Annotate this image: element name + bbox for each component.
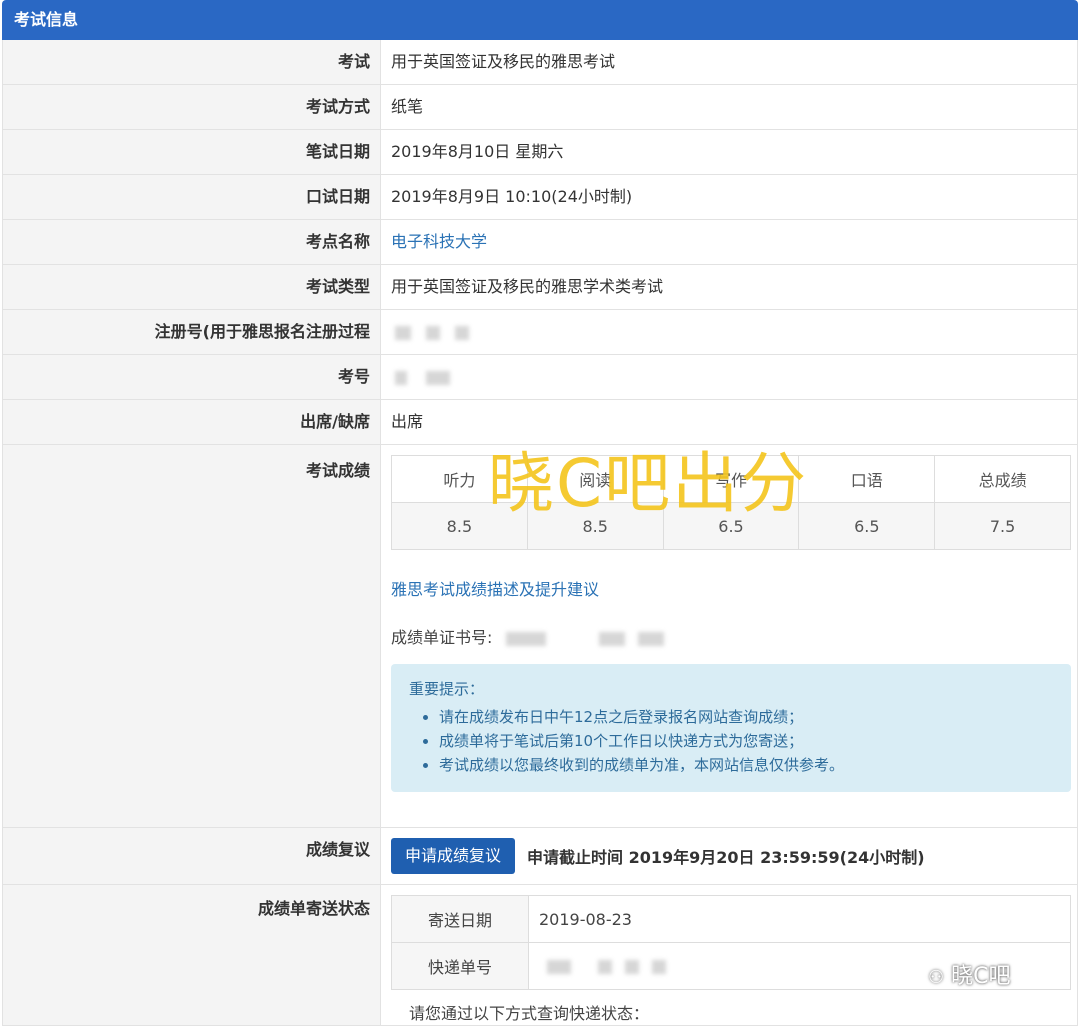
redacted-value — [381, 310, 1077, 354]
notice-item: 请在成绩发布日中午12点之后登录报名网站查询成绩； — [439, 705, 1053, 729]
tracking-label: 快递单号 — [391, 942, 529, 990]
apply-review-button[interactable]: 申请成绩复议 — [391, 838, 516, 874]
score-value: 7.5 — [934, 502, 1071, 550]
brand-badge: ⚇ 晓C吧 — [928, 958, 1011, 990]
tracking-query-text: 请您通过以下方式查询快递状态： — [409, 1004, 650, 1023]
notice-item: 成绩单将于笔试后第10个工作日以快递方式为您寄送； — [439, 729, 1053, 753]
field-label: 考号 — [3, 355, 381, 399]
field-row-registration: 注册号(用于雅思报名注册过程 — [3, 310, 1077, 355]
field-row-written-date: 笔试日期 2019年8月10日 星期六 — [3, 130, 1077, 175]
field-row-shipping: 成绩单寄送状态 寄送日期 2019-08-23 快递单号 请您通过以下方式查询快… — [3, 885, 1077, 1026]
notice-item: 考试成绩以您最终收到的成绩单为准，本网站信息仅供参考。 — [439, 753, 1053, 777]
exam-info-table: 考试 用于英国签证及移民的雅思考试 考试方式 纸笔 笔试日期 2019年8月10… — [2, 40, 1078, 1026]
field-value: 2019年8月9日 10:10(24小时制) — [391, 187, 633, 206]
certificate-label: 成绩单证书号: — [391, 628, 493, 647]
score-header: 口语 — [798, 455, 936, 503]
brand-name: 晓C吧 — [951, 964, 1011, 989]
field-label: 考试成绩 — [3, 445, 381, 827]
field-label: 成绩复议 — [3, 828, 381, 884]
field-row-speaking-date: 口试日期 2019年8月9日 10:10(24小时制) — [3, 175, 1077, 220]
field-label: 考点名称 — [3, 220, 381, 264]
wechat-icon: ⚇ — [928, 967, 945, 988]
field-value: 纸笔 — [391, 97, 424, 116]
score-value: 6.5 — [798, 502, 936, 550]
field-label: 考试方式 — [3, 85, 381, 129]
field-label: 笔试日期 — [3, 130, 381, 174]
notice-title: 重要提示： — [409, 680, 485, 698]
ship-date-value: 2019-08-23 — [528, 895, 1071, 943]
field-row-mode: 考试方式 纸笔 — [3, 85, 1077, 130]
field-row-venue: 考点名称 电子科技大学 — [3, 220, 1077, 265]
shipping-panel: 寄送日期 2019-08-23 快递单号 请您通过以下方式查询快递状态： — [381, 885, 1077, 1025]
field-row-candidate-number: 考号 — [3, 355, 1077, 400]
field-value: 用于英国签证及移民的雅思考试 — [391, 52, 616, 71]
review-deadline: 申请截止时间 2019年9月20日 23:59:59(24小时制) — [527, 848, 925, 867]
field-row-review: 成绩复议 申请成绩复议 申请截止时间 2019年9月20日 23:59:59(2… — [3, 828, 1077, 885]
watermark-text: 晓C吧出分 — [488, 445, 809, 522]
score-header: 总成绩 — [934, 455, 1071, 503]
score-advice-link[interactable]: 雅思考试成绩描述及提升建议 — [391, 576, 1077, 600]
important-notice: 重要提示： 请在成绩发布日中午12点之后登录报名网站查询成绩； 成绩单将于笔试后… — [391, 664, 1071, 792]
field-row-exam: 考试 用于英国签证及移民的雅思考试 — [3, 40, 1077, 85]
field-label: 考试类型 — [3, 265, 381, 309]
field-label: 成绩单寄送状态 — [3, 885, 381, 1025]
ship-date-label: 寄送日期 — [391, 895, 529, 943]
field-value: 用于英国签证及移民的雅思学术类考试 — [391, 277, 664, 296]
field-label: 出席/缺席 — [3, 400, 381, 444]
field-value: 2019年8月10日 星期六 — [391, 142, 564, 161]
venue-link[interactable]: 电子科技大学 — [381, 220, 1077, 264]
field-label: 口试日期 — [3, 175, 381, 219]
review-panel: 申请成绩复议 申请截止时间 2019年9月20日 23:59:59(24小时制) — [381, 828, 1077, 884]
redacted-value — [381, 355, 1077, 399]
section-header: 考试信息 — [2, 0, 1078, 40]
field-row-type: 考试类型 用于英国签证及移民的雅思学术类考试 — [3, 265, 1077, 310]
certificate-number: 成绩单证书号: — [391, 624, 1077, 648]
field-label: 考试 — [3, 40, 381, 84]
field-label: 注册号(用于雅思报名注册过程 — [3, 310, 381, 354]
